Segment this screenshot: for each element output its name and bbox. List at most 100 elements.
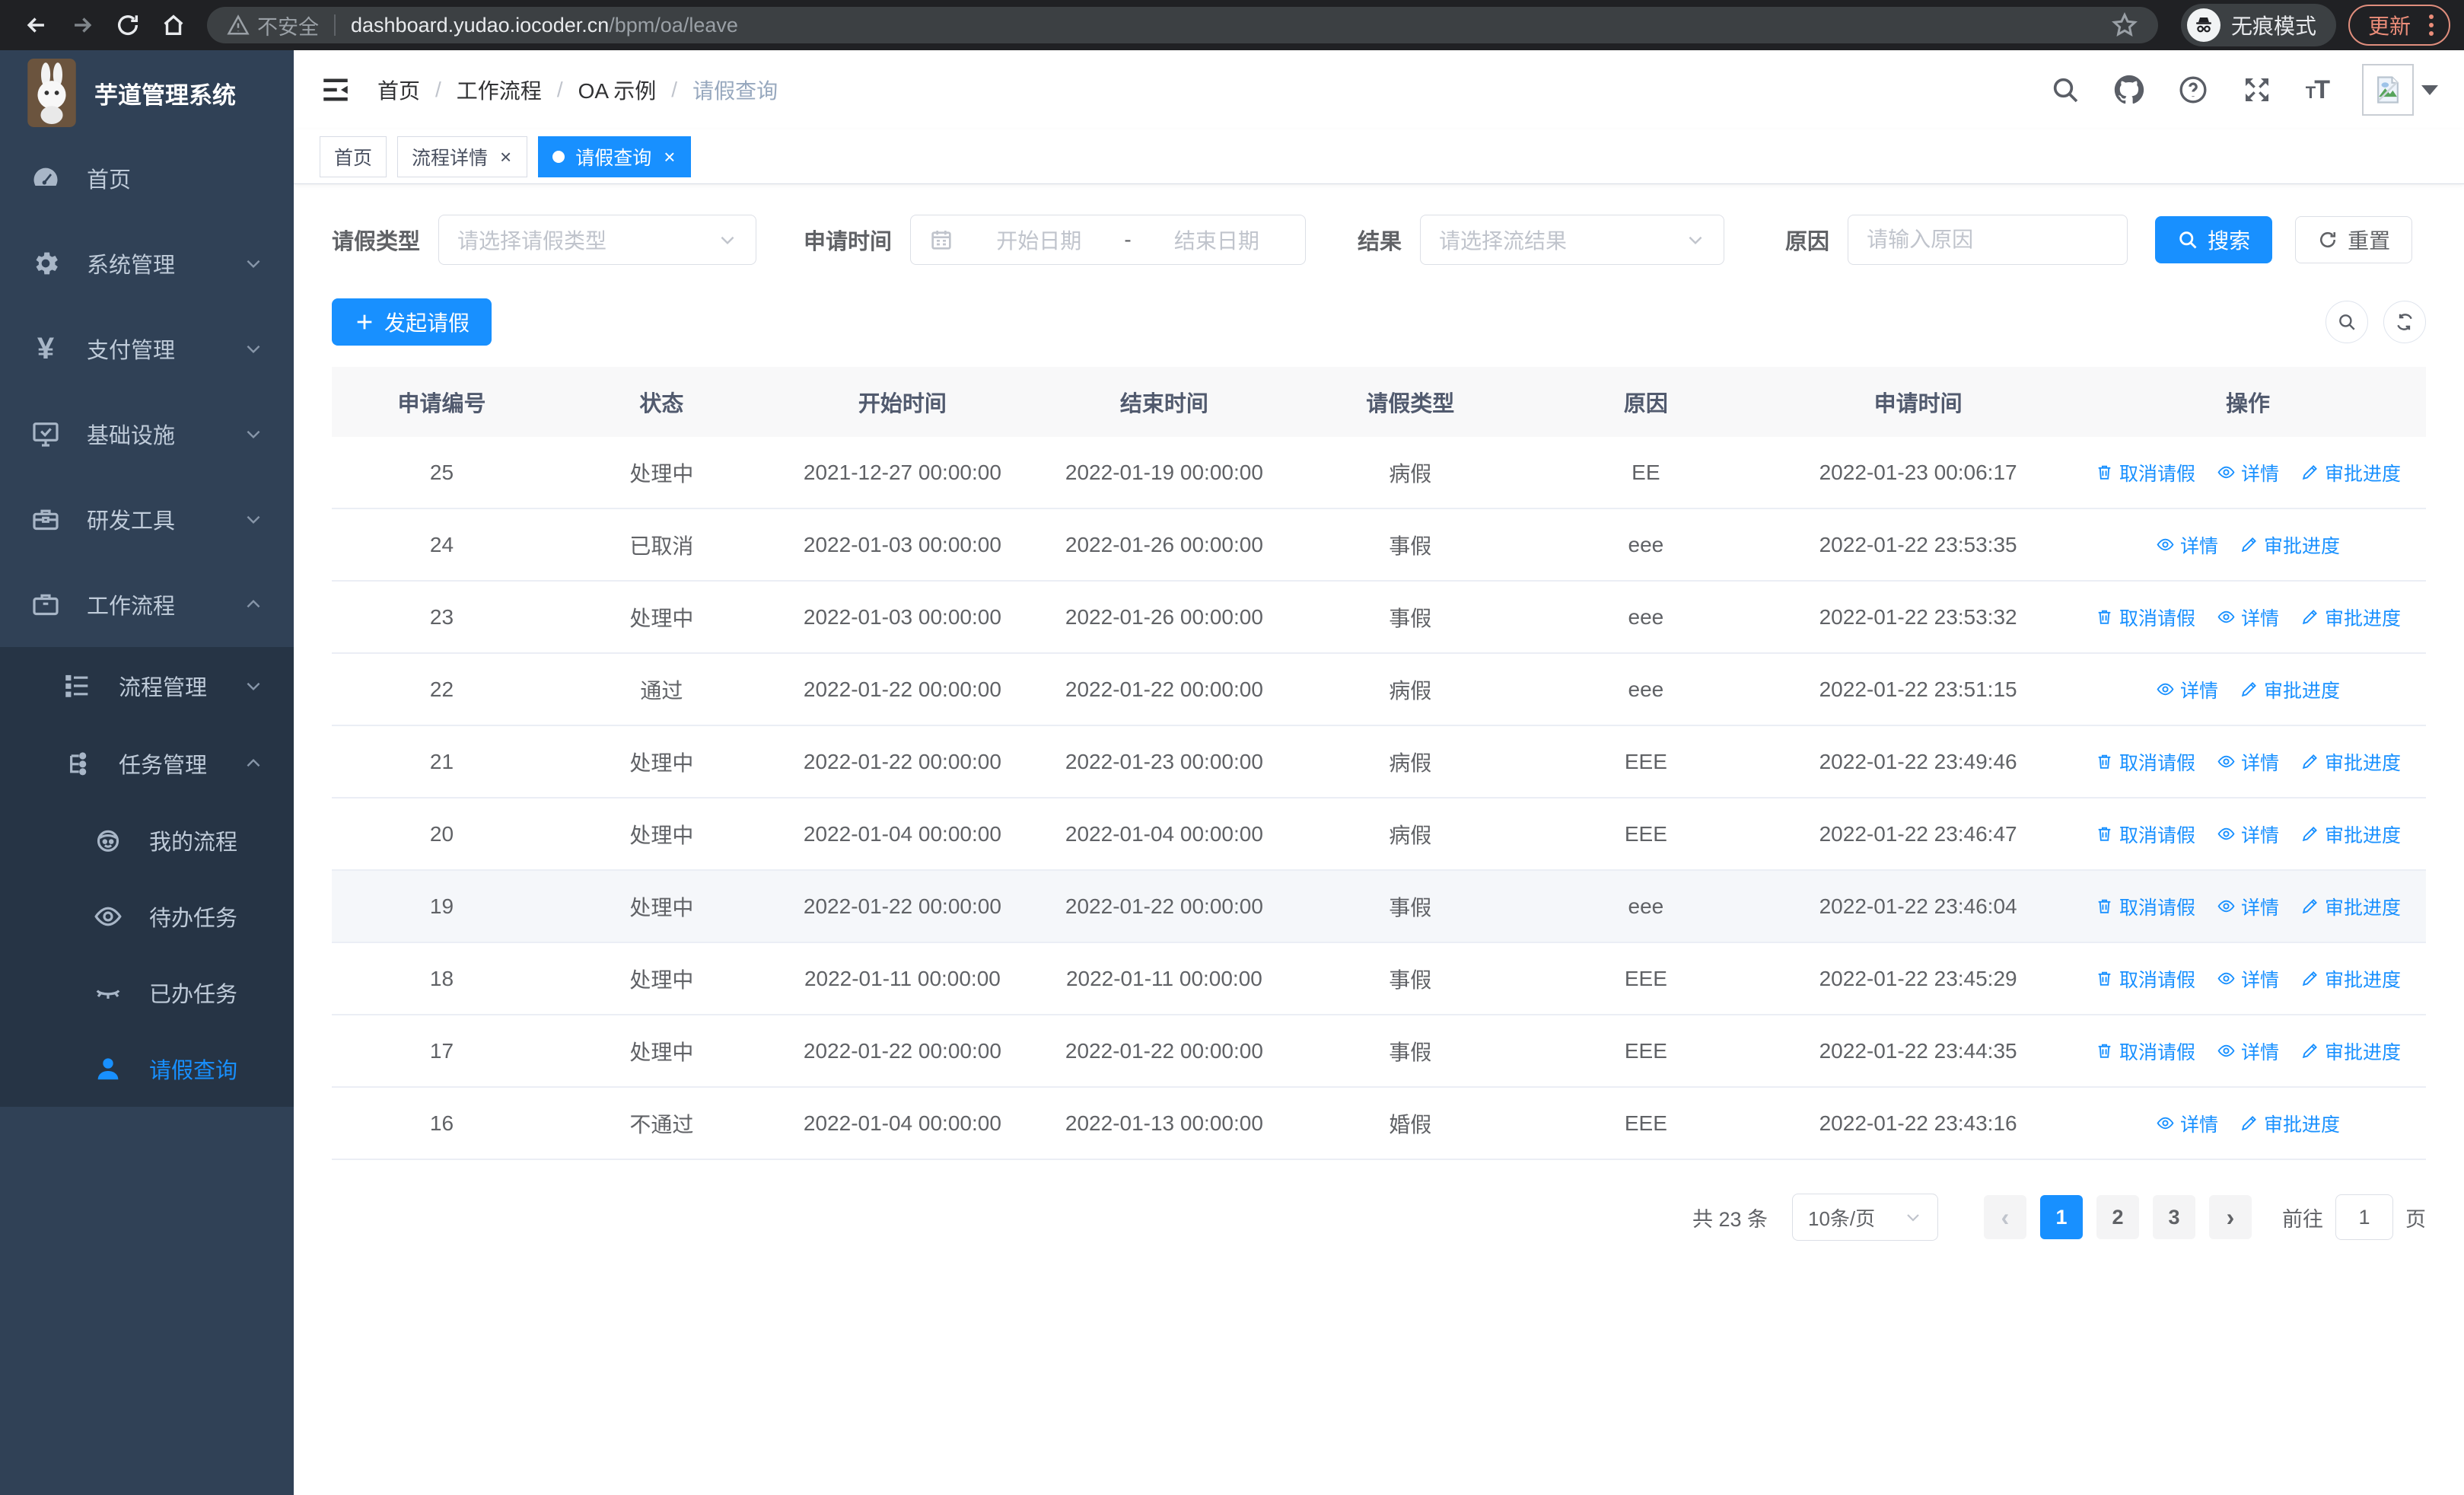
action-cancel-link[interactable]: 取消请假 — [2095, 821, 2195, 848]
action-detail-link[interactable]: 详情 — [2156, 1110, 2218, 1137]
action-progress-link[interactable]: 审批进度 — [2300, 893, 2401, 920]
breadcrumb-item[interactable]: 工作流程 — [457, 75, 542, 105]
tab-process-detail[interactable]: 流程详情 × — [397, 135, 528, 177]
tab-home[interactable]: 首页 — [320, 135, 387, 177]
browser-update-button[interactable]: 更新 — [2348, 5, 2450, 46]
action-cancel-link[interactable]: 取消请假 — [2095, 748, 2195, 776]
trash-icon — [2095, 897, 2114, 916]
action-cancel-link[interactable]: 取消请假 — [2095, 1038, 2195, 1065]
breadcrumb-item[interactable]: OA 示例 — [578, 75, 657, 105]
reset-button[interactable]: 重置 — [2295, 216, 2413, 263]
action-cancel-link[interactable]: 取消请假 — [2095, 965, 2195, 993]
action-detail-link[interactable]: 详情 — [2217, 893, 2279, 920]
avatar-caret-icon[interactable] — [2421, 85, 2438, 95]
table-row: 22 通过 2022-01-22 00:00:00 2022-01-22 00:… — [332, 654, 2426, 726]
sidebar-item-label: 待办任务 — [149, 907, 238, 931]
fullscreen-icon[interactable] — [2242, 75, 2272, 105]
cell-apply-id: 25 — [429, 460, 454, 484]
sidebar-item-payment[interactable]: ¥ 支付管理 — [0, 306, 294, 391]
sidebar-item-label: 支付管理 — [87, 339, 176, 363]
action-progress-link[interactable]: 审批进度 — [2300, 604, 2401, 631]
sidebar-item-my-process[interactable]: 我的流程 — [0, 802, 294, 878]
close-icon[interactable]: × — [498, 147, 513, 167]
cell-status: 处理中 — [629, 823, 694, 847]
help-icon[interactable] — [2178, 75, 2208, 105]
action-progress-link[interactable]: 审批进度 — [2240, 531, 2340, 559]
next-page-button[interactable]: › — [2209, 1195, 2252, 1239]
reason-input[interactable] — [1867, 228, 2109, 252]
action-progress-link[interactable]: 审批进度 — [2300, 821, 2401, 848]
action-detail-link[interactable]: 详情 — [2156, 531, 2218, 559]
action-progress-link[interactable]: 审批进度 — [2300, 965, 2401, 993]
action-detail-link[interactable]: 详情 — [2217, 1038, 2279, 1065]
goto-page-input[interactable] — [2335, 1194, 2393, 1240]
action-progress-link[interactable]: 审批进度 — [2300, 1038, 2401, 1065]
breadcrumb-item[interactable]: 首页 — [377, 75, 420, 105]
tab-leave-query[interactable]: 请假查询 × — [538, 135, 692, 177]
prev-page-button[interactable]: ‹ — [1984, 1195, 2026, 1239]
cell-apply-time: 2022-01-22 23:43:16 — [1819, 1111, 2017, 1135]
tab-label: 请假查询 — [575, 147, 652, 169]
github-icon[interactable] — [2114, 75, 2144, 105]
action-progress-link[interactable]: 审批进度 — [2240, 676, 2340, 703]
cell-apply-time: 2022-01-22 23:53:32 — [1819, 604, 2017, 629]
action-cancel-link[interactable]: 取消请假 — [2095, 604, 2195, 631]
font-size-icon[interactable]: TT — [2306, 75, 2330, 105]
browser-back-icon[interactable] — [18, 7, 55, 43]
sidebar-item-process-mgmt[interactable]: 流程管理 — [0, 647, 294, 725]
chevron-down-icon — [244, 339, 263, 359]
action-cancel-link[interactable]: 取消请假 — [2095, 459, 2195, 486]
broken-image-icon — [2371, 73, 2405, 107]
sidebar-item-system[interactable]: 系统管理 — [0, 221, 294, 306]
browser-menu-icon[interactable] — [2423, 11, 2440, 39]
create-leave-button[interactable]: 发起请假 — [332, 298, 492, 346]
chevron-down-icon — [718, 230, 737, 250]
action-detail-link[interactable]: 详情 — [2217, 965, 2279, 993]
sidebar-item-devtools[interactable]: 研发工具 — [0, 477, 294, 562]
show-search-toggle-button[interactable] — [2326, 301, 2368, 343]
sidebar-collapse-icon[interactable] — [320, 74, 352, 106]
edit-icon — [2300, 752, 2319, 771]
sidebar-submenu: 流程管理 任务管理 我的流程 待办任务 已办任务 请假查询 — [0, 647, 294, 1107]
close-icon[interactable]: × — [662, 147, 676, 167]
user-icon — [93, 1054, 123, 1084]
sidebar-item-leave-query[interactable]: 请假查询 — [0, 1031, 294, 1107]
browser-forward-icon[interactable] — [64, 7, 100, 43]
page-size-select[interactable]: 10条/页 — [1792, 1194, 1938, 1241]
action-detail-link[interactable]: 详情 — [2217, 604, 2279, 631]
browser-reload-icon[interactable] — [110, 7, 146, 43]
action-cancel-link[interactable]: 取消请假 — [2095, 893, 2195, 920]
action-detail-link[interactable]: 详情 — [2156, 676, 2218, 703]
avatar[interactable] — [2362, 64, 2414, 116]
address-bar[interactable]: 不安全 dashboard.yudao.iocoder.cn/bpm/oa/le… — [207, 7, 2158, 43]
leave-type-select[interactable]: 请选择请假类型 — [438, 215, 757, 265]
page-button-2[interactable]: 2 — [2096, 1195, 2139, 1239]
page-button-1[interactable]: 1 — [2040, 1195, 2083, 1239]
action-detail-link[interactable]: 详情 — [2217, 748, 2279, 776]
sidebar-item-workflow[interactable]: 工作流程 — [0, 562, 294, 647]
cell-reason: EE — [1632, 460, 1660, 484]
sidebar-item-done-tasks[interactable]: 已办任务 — [0, 955, 294, 1031]
cell-start-time: 2021-12-27 00:00:00 — [803, 460, 1001, 484]
sidebar-item-home[interactable]: 首页 — [0, 135, 294, 221]
action-progress-link[interactable]: 审批进度 — [2240, 1110, 2340, 1137]
page-button-3[interactable]: 3 — [2153, 1195, 2195, 1239]
action-detail-link[interactable]: 详情 — [2217, 821, 2279, 848]
search-button[interactable]: 搜索 — [2155, 216, 2273, 263]
sidebar-item-todo-tasks[interactable]: 待办任务 — [0, 878, 294, 955]
header-search-icon[interactable] — [2050, 75, 2080, 105]
action-progress-link[interactable]: 审批进度 — [2300, 459, 2401, 486]
result-select[interactable]: 请选择流结果 — [1420, 215, 1725, 265]
bookmark-star-icon[interactable] — [2111, 11, 2138, 39]
apply-time-range-picker[interactable]: 开始日期 - 结束日期 — [910, 215, 1307, 265]
cell-apply-id: 21 — [429, 749, 454, 773]
sidebar-item-infra[interactable]: 基础设施 — [0, 391, 294, 477]
column-header: 结束时间 — [1119, 392, 1208, 416]
action-progress-link[interactable]: 审批进度 — [2300, 748, 2401, 776]
cell-apply-time: 2022-01-22 23:45:29 — [1819, 966, 2017, 990]
action-detail-link[interactable]: 详情 — [2217, 459, 2279, 486]
refresh-table-button[interactable] — [2383, 301, 2426, 343]
browser-home-icon[interactable] — [155, 7, 192, 43]
sidebar-item-task-mgmt[interactable]: 任务管理 — [0, 725, 294, 802]
table-row: 23 处理中 2022-01-03 00:00:00 2022-01-26 00… — [332, 582, 2426, 654]
